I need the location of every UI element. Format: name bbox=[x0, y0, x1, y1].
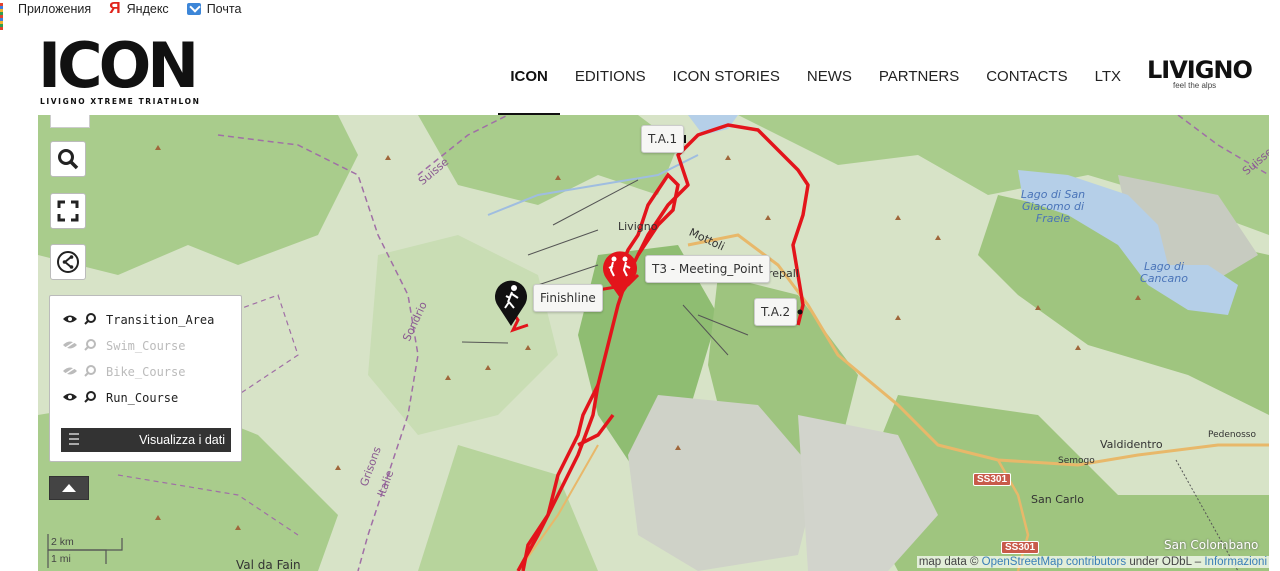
scale-km: 2 km bbox=[51, 536, 74, 548]
eye-off-icon[interactable] bbox=[62, 365, 78, 379]
bookmark-label: Почта bbox=[206, 2, 242, 16]
nav-news[interactable]: NEWS bbox=[807, 37, 852, 115]
info-link[interactable]: Informazioni bbox=[1204, 556, 1267, 568]
attribution-license: under ODbL – bbox=[1129, 556, 1202, 568]
marker-meeting-point[interactable]: T3 - Meeting_Point bbox=[645, 255, 771, 283]
layer-run-course[interactable]: Run_Course bbox=[62, 388, 178, 408]
meeting-point-pin-icon[interactable] bbox=[598, 248, 642, 300]
zoom-to-layer-icon[interactable] bbox=[84, 338, 98, 354]
marker-ta1[interactable]: T.A.1 bbox=[641, 125, 685, 153]
nav-contacts[interactable]: CONTACTS bbox=[986, 37, 1067, 115]
eye-off-icon[interactable] bbox=[62, 339, 78, 353]
collapse-panel-button[interactable] bbox=[49, 476, 89, 500]
chevron-up-icon bbox=[62, 484, 76, 492]
layer-bike-course[interactable]: Bike_Course bbox=[62, 362, 185, 382]
bookmarks-bar: Приложения Я Яндекс Почта bbox=[0, 0, 1280, 30]
place-san-carlo: San Carlo bbox=[1031, 493, 1084, 506]
mail-icon bbox=[186, 3, 201, 15]
map-share-button[interactable] bbox=[50, 244, 86, 280]
map-attribution: map data © OpenStreetMap contributors un… bbox=[916, 556, 1269, 568]
livigno-tagline: feel the alps bbox=[1173, 81, 1217, 90]
layer-label: Run_Course bbox=[106, 391, 179, 405]
bookmark-label: Приложения bbox=[18, 2, 92, 16]
zoom-to-layer-icon[interactable] bbox=[84, 364, 98, 380]
share-icon bbox=[57, 251, 79, 273]
view-data-button[interactable]: Visualizza i dati bbox=[61, 428, 231, 452]
zoom-to-layer-icon[interactable] bbox=[84, 312, 98, 328]
livigno-logo[interactable]: LIVIGNO feel the alps bbox=[1147, 57, 1255, 97]
yandex-icon: Я bbox=[109, 0, 121, 17]
layer-transition-area[interactable]: Transition_Area bbox=[62, 310, 214, 330]
place-trepalle: repall bbox=[768, 267, 799, 280]
marker-ta2[interactable]: T.A.2 bbox=[754, 298, 798, 326]
layers-panel: Transition_Area Swim_Course Bike_Course … bbox=[49, 295, 242, 462]
main-nav: ICON EDITIONS ICON STORIES NEWS PARTNERS… bbox=[483, 37, 1121, 115]
map-search-button[interactable] bbox=[50, 141, 86, 177]
search-icon bbox=[58, 149, 79, 170]
place-valdidentro: Valdidentro bbox=[1100, 438, 1163, 451]
place-semogo: Semogo bbox=[1058, 456, 1095, 466]
road-ss301: SS301 bbox=[973, 473, 1012, 486]
nav-partners[interactable]: PARTNERS bbox=[879, 37, 959, 115]
bookmark-yandex[interactable]: Я Яндекс bbox=[109, 0, 169, 17]
layer-label: Transition_Area bbox=[106, 313, 215, 327]
eye-icon[interactable] bbox=[62, 391, 78, 405]
bookmark-label: Яндекс bbox=[126, 2, 169, 16]
nav-icon-stories[interactable]: ICON STORIES bbox=[673, 37, 780, 115]
bookmark-apps[interactable]: Приложения bbox=[0, 2, 92, 30]
place-val-da-fain: Val da Fain bbox=[236, 558, 301, 571]
nav-ltx[interactable]: LTX bbox=[1095, 37, 1121, 115]
view-data-label: Visualizza i dati bbox=[139, 433, 225, 447]
apps-grid-icon bbox=[0, 3, 12, 30]
icon-logo[interactable]: ICON LIVIGNO XTREME TRIATHLON bbox=[38, 33, 223, 115]
layer-swim-course[interactable]: Swim_Course bbox=[62, 336, 185, 356]
site-header: ICON LIVIGNO XTREME TRIATHLON ICON EDITI… bbox=[38, 33, 1269, 115]
eye-icon[interactable] bbox=[62, 313, 78, 327]
lake-cancano: Lago di Cancano bbox=[1140, 260, 1188, 285]
nav-icon[interactable]: ICON bbox=[498, 37, 560, 115]
logo-subtitle: LIVIGNO XTREME TRIATHLON bbox=[40, 97, 201, 106]
lake-san-giacomo: Lago di San Giacomo di Fraele bbox=[1020, 188, 1086, 225]
logo-wordmark: ICON bbox=[38, 29, 199, 102]
attribution-prefix: map data © bbox=[918, 556, 979, 568]
bookmark-mail[interactable]: Почта bbox=[186, 2, 242, 16]
fullscreen-icon bbox=[57, 200, 79, 222]
livigno-wordmark: LIVIGNO bbox=[1147, 56, 1253, 84]
zoom-to-layer-icon[interactable] bbox=[84, 390, 98, 406]
osm-link[interactable]: OpenStreetMap contributors bbox=[982, 556, 1126, 568]
nav-editions[interactable]: EDITIONS bbox=[575, 37, 646, 115]
place-pedenosso: Pedenosso bbox=[1208, 430, 1256, 440]
layer-label: Swim_Course bbox=[106, 339, 186, 353]
map-top-tab[interactable] bbox=[50, 115, 90, 128]
map-fullscreen-button[interactable] bbox=[50, 193, 86, 229]
place-san-colombano: San Colombano bbox=[1164, 538, 1259, 552]
place-livigno: Livigno bbox=[618, 220, 658, 233]
table-icon bbox=[69, 433, 79, 445]
scale-mi: 1 mi bbox=[51, 553, 71, 565]
layer-label: Bike_Course bbox=[106, 365, 186, 379]
marker-finishline[interactable]: Finishline bbox=[533, 284, 603, 312]
finishline-pin-icon[interactable] bbox=[490, 276, 532, 328]
road-ss301-south: SS301 bbox=[1001, 541, 1040, 554]
